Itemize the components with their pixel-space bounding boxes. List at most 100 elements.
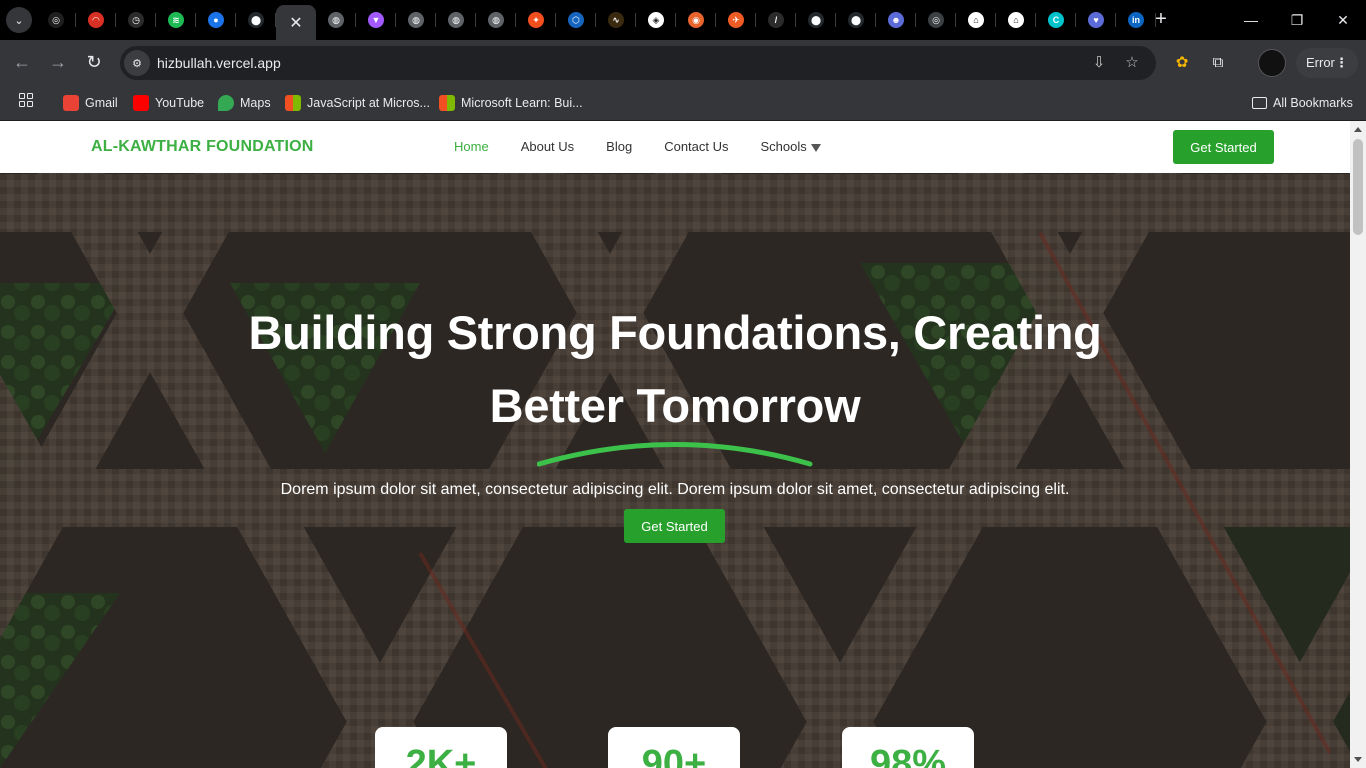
back-icon[interactable]: ← — [10, 50, 34, 74]
bookmark-gmail[interactable]: Gmail — [63, 93, 118, 113]
browser-tab[interactable]: ♥ — [1076, 6, 1116, 34]
apps-grid-icon[interactable] — [19, 93, 33, 107]
reload-icon[interactable]: ↻ — [82, 50, 106, 74]
hero-subtitle: Dorem ipsum dolor sit amet, consectetur … — [280, 481, 1070, 498]
heart-icon: ♥ — [1088, 12, 1104, 28]
browser-tab[interactable]: / — [756, 6, 796, 34]
color-extension-icon[interactable]: ✿ — [1171, 52, 1193, 74]
browser-tab[interactable]: ◍ — [396, 6, 436, 34]
more-menu-icon[interactable]: ⋮ — [1335, 48, 1348, 78]
hero-section: Building Strong Foundations, Creating Be… — [0, 173, 1350, 768]
close-tab-icon[interactable]: ✕ — [289, 13, 302, 33]
stat-value: 98% — [869, 743, 947, 768]
tab-active[interactable]: ✕ — [276, 5, 316, 40]
nav-blog[interactable]: Blog — [606, 139, 632, 154]
extensions-puzzle-icon[interactable]: ⧉ — [1207, 52, 1229, 74]
house-icon: ⌂ — [968, 12, 984, 28]
stat-value: 90+ — [641, 743, 707, 768]
browser-tab[interactable]: ⬤ — [836, 6, 876, 34]
browser-tab[interactable]: ● — [196, 6, 236, 34]
brand-logo[interactable]: AL-KAWTHAR FOUNDATION — [91, 138, 314, 156]
browser-tab[interactable]: ▼ — [356, 6, 396, 34]
bookmark-youtube[interactable]: YouTube — [133, 93, 204, 113]
globe-icon: ◍ — [328, 12, 344, 28]
browser-tab[interactable]: ⬡ — [556, 6, 596, 34]
globe-icon: ◍ — [448, 12, 464, 28]
restore-icon[interactable]: ❐ — [1274, 0, 1320, 40]
openai-icon: ◎ — [48, 12, 64, 28]
scroll-down-arrow[interactable] — [1354, 757, 1362, 762]
close-window-icon[interactable]: ✕ — [1320, 0, 1366, 40]
globe-icon: ◍ — [488, 12, 504, 28]
browser-tab[interactable]: ◷ — [116, 6, 156, 34]
header-get-started-button[interactable]: Get Started — [1173, 130, 1274, 164]
browser-tab[interactable]: ⌂ — [956, 6, 996, 34]
profile-error-button[interactable]: Error ⋮ — [1296, 48, 1358, 78]
browser-tab[interactable]: ∿ — [596, 6, 636, 34]
new-tab-button[interactable]: + — [1150, 8, 1172, 30]
browser-tab[interactable]: ◍ — [316, 6, 356, 34]
address-bar[interactable]: ⚙ hizbullah.vercel.app ⇩ ☆ — [120, 46, 1156, 80]
site-info-icon[interactable]: ⚙ — [124, 50, 150, 76]
all-bookmarks[interactable]: All Bookmarks — [1252, 93, 1353, 113]
page-scrollbar[interactable] — [1350, 121, 1366, 768]
url-text[interactable]: hizbullah.vercel.app — [157, 55, 281, 71]
nav-schools[interactable]: Schools — [761, 139, 821, 154]
nav-contact[interactable]: Contact Us — [664, 139, 728, 154]
browser-tab[interactable]: ◍ — [476, 6, 516, 34]
browser-tab[interactable]: ◠ — [76, 6, 116, 34]
browser-tab[interactable]: ⬤ — [236, 6, 276, 34]
hero-overlay — [0, 173, 1350, 768]
postman-icon: ✈ — [728, 12, 744, 28]
nav-about[interactable]: About Us — [521, 139, 574, 154]
github-icon: ⬤ — [848, 12, 864, 28]
canva-icon: C — [1048, 12, 1064, 28]
bookmark-javascript[interactable]: JavaScript at Micros... — [285, 93, 430, 113]
minimize-icon[interactable]: — — [1228, 0, 1274, 40]
hero-title-line1: Building Strong Foundations, Creating — [248, 306, 1102, 359]
stat-value: 2K+ — [405, 743, 477, 768]
browser-tab[interactable]: ✦ — [516, 6, 556, 34]
hero-title-line2: Better Tomorrow — [489, 379, 861, 432]
profile-error-label: Error — [1306, 55, 1335, 70]
microsoft-icon — [439, 95, 455, 111]
bookmark-star-icon[interactable]: ☆ — [1123, 54, 1141, 72]
browser-tab[interactable]: ◈ — [636, 6, 676, 34]
bookmark-label: YouTube — [155, 96, 205, 110]
browser-tab[interactable]: ◎ — [36, 6, 76, 34]
stat-card: 90+ — [608, 727, 740, 768]
browser-tab[interactable]: ◎ — [916, 6, 956, 34]
all-bookmarks-label: All Bookmarks — [1273, 96, 1353, 110]
install-app-icon[interactable]: ⇩ — [1090, 54, 1108, 72]
speedometer-icon: ◠ — [88, 12, 104, 28]
house-icon: ⌂ — [1008, 12, 1024, 28]
bookmark-microsoft-learn[interactable]: Microsoft Learn: Bui... — [439, 93, 583, 113]
chevron-down-icon — [810, 143, 821, 152]
bookmarks-bar — [0, 85, 1366, 121]
scrollbar-thumb[interactable] — [1353, 139, 1363, 235]
browser-tab[interactable]: ≋ — [156, 6, 196, 34]
browser-tab[interactable]: ⌂ — [996, 6, 1036, 34]
browser-tab[interactable]: ◉ — [676, 6, 716, 34]
wave-icon: ∿ — [608, 12, 624, 28]
browser-tab[interactable]: ◍ — [436, 6, 476, 34]
bookmark-label: Microsoft Learn: Bui... — [461, 96, 583, 110]
browser-tab[interactable]: ⬤ — [796, 6, 836, 34]
forward-icon[interactable]: → — [46, 50, 70, 74]
nav-home[interactable]: Home — [454, 139, 489, 154]
browser-tab[interactable]: C — [1036, 6, 1076, 34]
linkedin-icon: in — [1128, 12, 1144, 28]
scroll-up-arrow[interactable] — [1354, 127, 1362, 132]
title-underline-swoosh — [537, 442, 813, 467]
orange-square-icon: ◉ — [688, 12, 704, 28]
tab-search-icon[interactable]: ⌄ — [6, 7, 32, 33]
browser-toolbar: ← → ↻ ⚙ hizbullah.vercel.app ⇩ ☆ ✿ ⧉ Err… — [0, 40, 1366, 85]
bookmark-maps[interactable]: Maps — [218, 93, 271, 113]
browser-tab[interactable]: ✈ — [716, 6, 756, 34]
profile-avatar[interactable] — [1258, 49, 1286, 77]
circle-blue-icon: ● — [208, 12, 224, 28]
clock-icon: ◷ — [128, 12, 144, 28]
browser-tab[interactable]: ☻ — [876, 6, 916, 34]
hero-get-started-button[interactable]: Get Started — [624, 509, 725, 543]
codepen-icon: ◈ — [648, 12, 664, 28]
